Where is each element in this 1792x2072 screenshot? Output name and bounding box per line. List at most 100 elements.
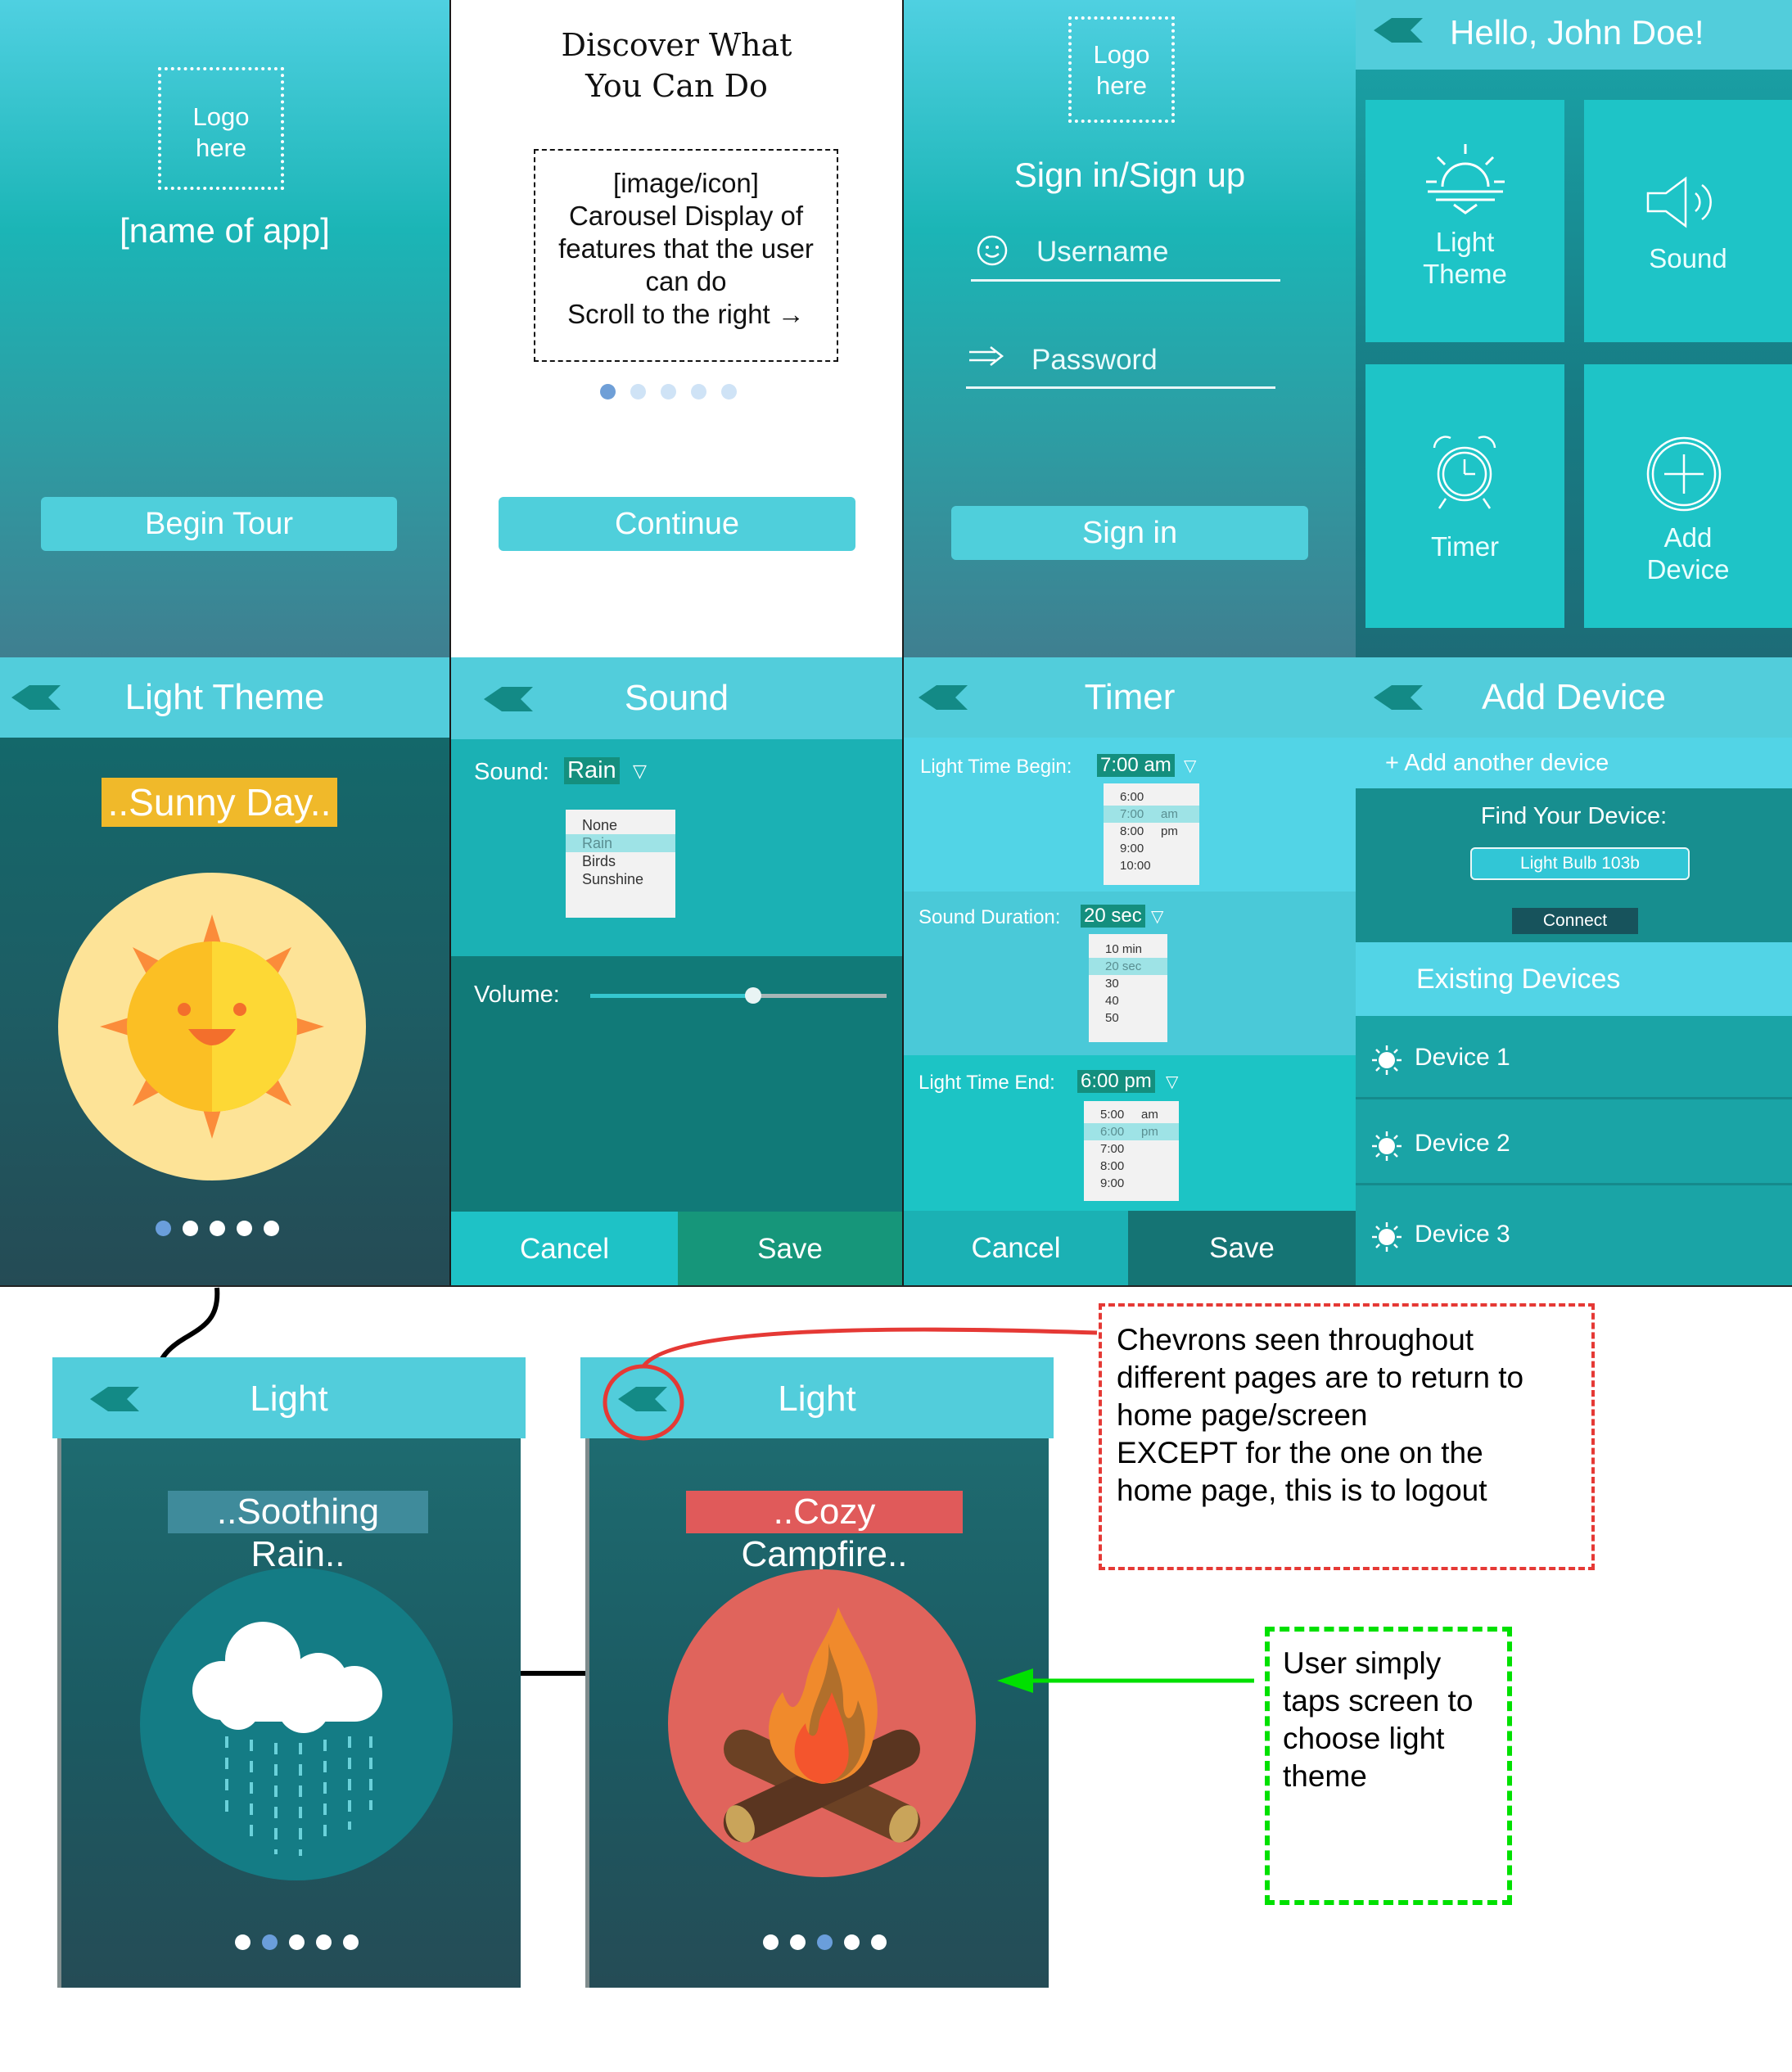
option-item[interactable]: Birds	[566, 852, 675, 870]
timer-header: Timer	[904, 657, 1356, 738]
dropdown-triangle-icon[interactable]: ▽	[1166, 1072, 1178, 1092]
volume-slider-track[interactable]	[590, 987, 887, 1004]
tile-label: Add Device	[1584, 521, 1792, 585]
begin-options-list[interactable]: 6:00 7:00 am 8:00 pm 9:00 10:00	[1104, 783, 1199, 885]
theme-dot[interactable]	[156, 1221, 171, 1236]
sound-options-panel: Sound: Rain ▽ None Rain Birds Sunshine	[451, 739, 902, 956]
option-item[interactable]: 7:00 am	[1104, 806, 1199, 823]
carousel-placeholder[interactable]: [image/icon] Carousel Display of feature…	[534, 149, 838, 362]
end-section: Light Time End: 6:00 pm ▽ 5:00 am 6:00 p…	[904, 1055, 1356, 1211]
carousel-dot[interactable]	[721, 384, 737, 400]
option-item[interactable]: 6:00	[1104, 788, 1199, 806]
duration-label: Sound Duration:	[919, 906, 1061, 928]
device-name: Device 2	[1415, 1130, 1510, 1157]
option-item[interactable]: 9:00	[1084, 1175, 1179, 1192]
discover-screen: Discover What You Can Do [image/icon] Ca…	[449, 0, 904, 657]
option-item[interactable]: 10 min	[1089, 941, 1167, 958]
connect-button[interactable]: Connect	[1512, 908, 1638, 934]
device-row[interactable]: Device 2	[1356, 1102, 1792, 1185]
option-item[interactable]: 30	[1089, 975, 1167, 992]
tile-timer[interactable]: Timer	[1365, 364, 1564, 628]
option-item[interactable]: 8:00	[1084, 1158, 1179, 1175]
save-button[interactable]: Save	[1128, 1211, 1356, 1286]
signin-screen: Logo here Sign in/Sign up Username Passw…	[904, 0, 1356, 657]
annotation-line: home page/screen	[1117, 1398, 1368, 1432]
option-item[interactable]: 5:00 am	[1084, 1106, 1179, 1123]
page-title: Sound	[624, 678, 729, 718]
add-another-device-button[interactable]: + Add another device	[1356, 738, 1792, 788]
discover-title-line1: Discover What	[561, 27, 792, 63]
option-item[interactable]: 40	[1089, 992, 1167, 1009]
username-field[interactable]: Username	[1036, 236, 1168, 269]
dropdown-triangle-icon[interactable]: ▽	[1184, 756, 1196, 776]
add-device-header: Add Device	[1356, 657, 1792, 738]
signin-button[interactable]: Sign in	[951, 506, 1308, 560]
end-options-list[interactable]: 5:00 am 6:00 pm 7:00 8:00 9:00	[1084, 1101, 1179, 1201]
sound-select[interactable]: Rain	[564, 757, 620, 784]
carousel-dots	[600, 384, 737, 400]
theme-dot[interactable]	[264, 1221, 279, 1236]
tile-sound[interactable]: Sound	[1584, 100, 1792, 342]
timer-screen: Timer Light Time Begin: 7:00 am ▽ 6:00 7…	[904, 657, 1356, 1286]
dropdown-triangle-icon[interactable]: ▽	[633, 761, 647, 782]
carousel-dot[interactable]	[630, 384, 646, 400]
tile-label-line1: Light	[1435, 227, 1495, 257]
device-name-input[interactable]: Light Bulb 103b	[1470, 847, 1690, 880]
duration-options-list[interactable]: 10 min 20 sec 30 40 50	[1089, 934, 1167, 1042]
sun-icon[interactable]	[57, 872, 367, 1181]
device-name: Device 3	[1415, 1221, 1510, 1248]
option-item[interactable]: Sunshine	[566, 870, 675, 888]
smiley-icon	[977, 235, 1008, 266]
option-item[interactable]: None	[566, 816, 675, 834]
signin-title: Sign in/Sign up	[1013, 156, 1246, 194]
theme-dot[interactable]	[237, 1221, 252, 1236]
page-title: Light Theme	[124, 677, 325, 717]
duration-select[interactable]: 20 sec	[1081, 905, 1145, 928]
tile-add-device[interactable]: Add Device	[1584, 364, 1792, 628]
password-field[interactable]: Password	[1031, 344, 1158, 377]
begin-select[interactable]: 7:00 am	[1097, 754, 1175, 777]
page-title: Add Device	[1481, 677, 1666, 717]
tile-light-theme[interactable]: Light Theme	[1365, 100, 1564, 342]
option-item[interactable]: 50	[1089, 1009, 1167, 1027]
dropdown-triangle-icon[interactable]: ▽	[1151, 906, 1163, 927]
carousel-dot[interactable]	[600, 384, 616, 400]
begin-tour-button[interactable]: Begin Tour	[41, 497, 397, 551]
logout-chevron-icon[interactable]	[1374, 18, 1423, 43]
save-button[interactable]: Save	[678, 1212, 902, 1286]
option-item[interactable]: Rain	[566, 834, 675, 852]
tap-annotation: User simply taps screen to choose light …	[1265, 1627, 1512, 1905]
duration-section: Sound Duration: 20 sec ▽ 10 min 20 sec 3…	[904, 892, 1356, 1055]
theme-dot[interactable]	[210, 1221, 225, 1236]
annotation-line: Chevrons seen throughout	[1117, 1323, 1474, 1357]
cancel-button[interactable]: Cancel	[451, 1212, 678, 1286]
cancel-button[interactable]: Cancel	[904, 1211, 1128, 1286]
option-item[interactable]: 6:00 pm	[1084, 1123, 1179, 1140]
sound-options-list[interactable]: None Rain Birds Sunshine	[566, 810, 675, 918]
chevron-annotation: Chevrons seen throughout different pages…	[1099, 1303, 1595, 1570]
volume-slider-thumb[interactable]	[745, 987, 762, 1004]
device-name: Device 1	[1415, 1044, 1510, 1071]
carousel-dot[interactable]	[661, 384, 676, 400]
tile-label: Timer	[1430, 531, 1500, 562]
home-screen: Hello, John Doe! Light Theme Sound Timer…	[1356, 0, 1792, 657]
option-item[interactable]: 8:00 pm	[1104, 823, 1199, 840]
option-item[interactable]: 20 sec	[1089, 958, 1167, 975]
tile-label: Light Theme	[1365, 226, 1564, 290]
theme-dot[interactable]	[183, 1221, 198, 1236]
find-device-panel: Find Your Device: Light Bulb 103b Connec…	[1356, 788, 1792, 942]
begin-label: Light Time Begin:	[920, 756, 1072, 778]
plus-circle-icon	[1646, 436, 1722, 512]
device-row[interactable]: Device 1	[1356, 1016, 1792, 1099]
continue-button[interactable]: Continue	[499, 497, 855, 551]
sunrise-icon	[1426, 144, 1505, 214]
carousel-dot[interactable]	[691, 384, 706, 400]
device-row[interactable]: Device 3	[1356, 1188, 1792, 1271]
end-select[interactable]: 6:00 pm	[1077, 1070, 1155, 1093]
theme-name-badge: ..Sunny Day..	[102, 778, 337, 827]
discover-title-line2: You Can Do	[585, 68, 768, 104]
option-item[interactable]: 10:00	[1104, 857, 1199, 874]
bulb-sun-icon	[1372, 1222, 1402, 1252]
option-item[interactable]: 7:00	[1084, 1140, 1179, 1158]
option-item[interactable]: 9:00	[1104, 840, 1199, 857]
